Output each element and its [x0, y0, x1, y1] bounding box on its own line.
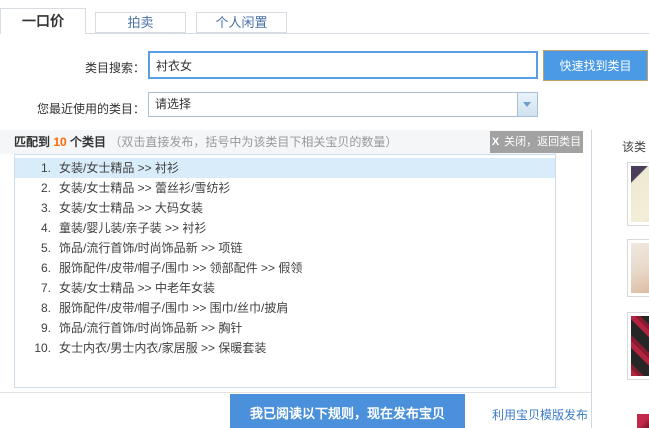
category-row[interactable]: 9. 饰品/流行首饰/时尚饰品新 >> 胸针 — [15, 318, 555, 338]
category-row[interactable]: 4. 童装/婴儿装/亲子装 >> 衬衫 — [15, 218, 555, 238]
red-knit-photo — [631, 316, 649, 376]
use-template-link[interactable]: 利用宝贝模版发布 — [492, 406, 588, 423]
close-button-label: 关闭，返回类目 — [504, 136, 581, 148]
product-thumbnail[interactable] — [627, 312, 649, 380]
category-path: 服饰配件/皮带/帽子/围巾 >> 领部配件 >> 假领 — [59, 258, 302, 278]
publish-category-page: 一口价 拍卖 个人闲置 类目搜索： 快速找到类目 您最近使用的类目： 请选择 匹… — [0, 0, 649, 428]
category-number: 8. — [15, 298, 51, 318]
recent-category-select[interactable]: 请选择 — [148, 92, 538, 117]
category-number: 9. — [15, 318, 51, 338]
category-number: 10. — [15, 338, 51, 358]
close-return-category-button[interactable]: X 关闭，返回类目 — [490, 131, 583, 153]
category-path: 女装/女士精品 >> 大码女装 — [59, 198, 203, 218]
category-number: 1. — [15, 158, 51, 178]
category-row[interactable]: 8. 服饰配件/皮带/帽子/围巾 >> 围巾/丝巾/披肩 — [15, 298, 555, 318]
tab-personal-idle[interactable]: 个人闲置 — [196, 12, 287, 33]
cropped-product-photo — [637, 414, 649, 428]
tab-auction[interactable]: 拍卖 — [95, 12, 186, 33]
category-path: 女装/女士精品 >> 中老年女装 — [59, 278, 215, 298]
tab-fixed-price[interactable]: 一口价 — [0, 8, 86, 34]
model-photo — [631, 243, 649, 293]
category-path: 饰品/流行首饰/时尚饰品新 >> 项链 — [59, 238, 242, 258]
match-prefix: 匹配到 — [14, 135, 53, 149]
match-result-header: 匹配到 10 个类目 （双击直接发布，括号中为该类目下相关宝贝的数量） — [0, 130, 557, 154]
chevron-down-icon — [523, 102, 531, 107]
quick-find-category-button[interactable]: 快速找到类目 — [543, 50, 648, 81]
category-path: 女装/女士精品 >> 蕾丝衫/雪纺衫 — [59, 178, 230, 198]
category-row[interactable]: 3. 女装/女士精品 >> 大码女装 — [15, 198, 555, 218]
category-path: 饰品/流行首饰/时尚饰品新 >> 胸针 — [59, 318, 242, 338]
cream-shirt-photo — [631, 166, 649, 222]
category-path: 童装/婴儿装/亲子装 >> 衬衫 — [59, 218, 206, 238]
tab-bar-divider — [0, 33, 649, 34]
category-path: 服饰配件/皮带/帽子/围巾 >> 围巾/丝巾/披肩 — [59, 298, 288, 318]
category-row[interactable]: 6. 服饰配件/皮带/帽子/围巾 >> 领部配件 >> 假领 — [15, 258, 555, 278]
category-row[interactable]: 1. 女装/女士精品 >> 衬衫 — [15, 158, 555, 178]
category-number: 7. — [15, 278, 51, 298]
publish-item-button[interactable]: 我已阅读以下规则，现在发布宝贝 — [230, 394, 465, 428]
category-number: 6. — [15, 258, 51, 278]
select-dropdown-button[interactable] — [517, 93, 537, 116]
category-number: 5. — [15, 238, 51, 258]
category-number: 4. — [15, 218, 51, 238]
match-suffix: 个类目 — [67, 135, 106, 149]
close-icon: X — [492, 136, 499, 148]
recent-category-label: 您最近使用的类目： — [0, 100, 145, 117]
footer-divider — [0, 392, 591, 393]
match-hint: （双击直接发布，括号中为该类目下相关宝贝的数量） — [109, 135, 397, 149]
category-path: 女士内衣/男士内衣/家居服 >> 保暖套装 — [59, 338, 266, 358]
category-number: 2. — [15, 178, 51, 198]
category-row[interactable]: 7. 女装/女士精品 >> 中老年女装 — [15, 278, 555, 298]
category-search-input[interactable] — [148, 51, 538, 79]
category-list: 1. 女装/女士精品 >> 衬衫 2. 女装/女士精品 >> 蕾丝衫/雪纺衫 3. 女装/… — [14, 154, 556, 388]
category-path: 女装/女士精品 >> 衬衫 — [59, 158, 179, 178]
category-row[interactable]: 5. 饰品/流行首饰/时尚饰品新 >> 项链 — [15, 238, 555, 258]
match-count: 10 — [53, 135, 66, 149]
product-thumbnail[interactable] — [627, 239, 649, 297]
category-search-label: 类目搜索： — [0, 59, 145, 76]
category-row[interactable]: 10. 女士内衣/男士内衣/家居服 >> 保暖套装 — [15, 338, 555, 358]
related-items-panel-title: 该类 — [622, 138, 646, 155]
product-thumbnail[interactable] — [627, 162, 649, 226]
recent-category-selected-value: 请选择 — [149, 93, 537, 116]
category-number: 3. — [15, 198, 51, 218]
category-row[interactable]: 2. 女装/女士精品 >> 蕾丝衫/雪纺衫 — [15, 178, 555, 198]
